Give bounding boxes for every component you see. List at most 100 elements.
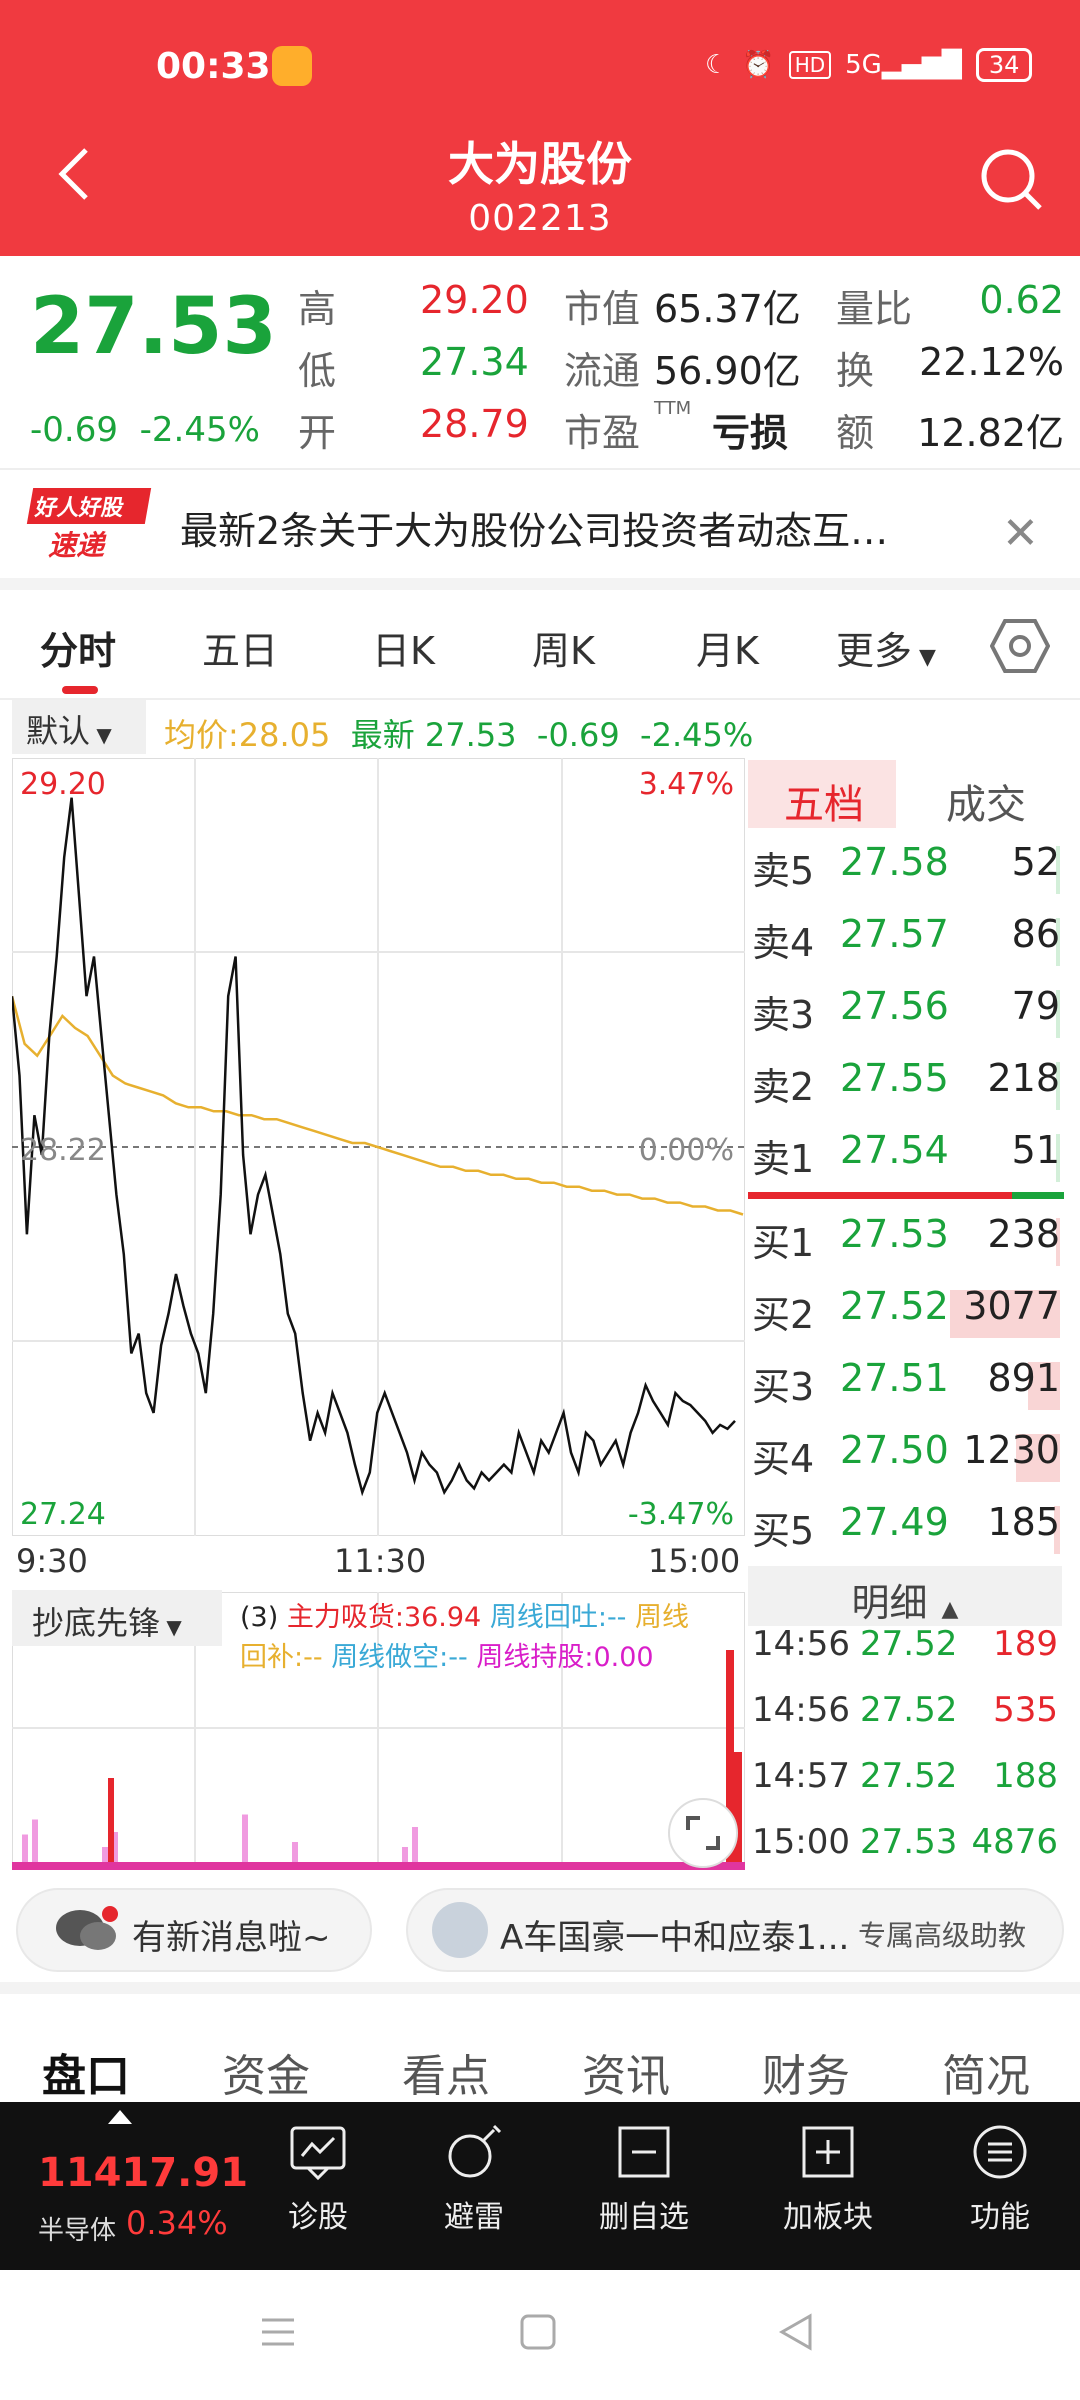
indicator-bar <box>32 1819 38 1862</box>
ask-row[interactable]: 卖5 27.58 52 <box>750 840 1060 912</box>
y-label-mid: 28.22 <box>20 1133 106 1168</box>
menu-nav-icon[interactable] <box>258 2312 298 2352</box>
indicator-bar <box>22 1834 28 1862</box>
diagnose-button[interactable]: 诊股 <box>258 2122 378 2236</box>
trade-price: 27.52 <box>860 1756 958 1796</box>
bid-vol: 3077 <box>963 1284 1060 1328</box>
ask-price: 27.54 <box>840 1128 949 1172</box>
tab-monthly-k[interactable]: 月K <box>696 620 759 675</box>
intraday-chart[interactable]: 29.20 28.22 27.24 3.47% 0.00% -3.47% <box>12 758 745 1536</box>
tab-five-levels[interactable]: 五档 <box>784 772 864 830</box>
current-price: 27.53 <box>30 282 277 372</box>
latest-price: 最新 27.53 <box>350 716 517 754</box>
stock-code: 002213 <box>468 198 612 239</box>
advisor-bubble[interactable]: A车国豪一中和应泰1... 专属高级助教 <box>406 1888 1064 1972</box>
remove-watchlist-label: 删自选 <box>599 2200 689 2235</box>
ask-row[interactable]: 卖2 27.55 218 <box>750 1056 1060 1128</box>
back-nav-icon[interactable] <box>776 2312 816 2352</box>
ask-label: 卖1 <box>752 1137 815 1181</box>
ask-row[interactable]: 卖4 27.57 86 <box>750 912 1060 984</box>
tab-daily-k[interactable]: 日K <box>372 620 435 675</box>
bid-row[interactable]: 买5 27.49 185 <box>750 1500 1060 1572</box>
notification-app-icon <box>272 46 312 86</box>
bid-vol: 1230 <box>963 1428 1060 1472</box>
bid-row[interactable]: 买1 27.53 238 <box>750 1212 1060 1284</box>
function-menu-button[interactable]: 功能 <box>940 2122 1060 2236</box>
diagnose-label: 诊股 <box>288 2200 348 2235</box>
trade-volume: 4876 <box>971 1822 1058 1862</box>
x-label-close: 15:00 <box>648 1542 741 1580</box>
divider <box>0 468 1080 470</box>
tab-more[interactable]: 更多 ▼ <box>836 620 936 675</box>
section-divider <box>0 578 1080 590</box>
mcap-value: 65.37亿 <box>654 287 801 331</box>
add-sector-label: 加板块 <box>783 2200 873 2235</box>
bid-row[interactable]: 买4 27.50 1230 <box>750 1428 1060 1500</box>
ask-row[interactable]: 卖3 27.56 79 <box>750 984 1060 1056</box>
bid-price: 27.51 <box>840 1356 949 1400</box>
ask-price: 27.55 <box>840 1056 949 1100</box>
avoid-risk-button[interactable]: 避雷 <box>414 2122 534 2236</box>
settings-hex-icon[interactable] <box>990 616 1050 676</box>
tab-handicap[interactable]: 盘口 <box>42 2040 130 2104</box>
tab-funds[interactable]: 资金 <box>222 2040 310 2104</box>
trade-time: 14:56 <box>752 1624 850 1664</box>
buy-pressure-bar <box>1012 1192 1064 1199</box>
expand-chart-button[interactable] <box>668 1798 738 1868</box>
tab-five-day[interactable]: 五日 <box>202 620 278 675</box>
amount-value: 12.82亿 <box>917 411 1064 455</box>
tab-highlights[interactable]: 看点 <box>402 2040 490 2104</box>
chart-mode-dropdown[interactable]: 默认 ▼ <box>12 700 146 754</box>
new-message-bubble[interactable]: 有新消息啦~ <box>16 1888 372 1972</box>
bid-row[interactable]: 买2 27.52 3077 <box>750 1284 1060 1356</box>
system-nav-bar <box>0 2270 1080 2400</box>
chevron-down-icon: ▼ <box>90 723 112 747</box>
high-value: 29.20 <box>420 278 529 322</box>
tab-trades[interactable]: 成交 <box>946 772 1026 830</box>
battery-icon: 34 <box>975 48 1033 82</box>
bomb-icon <box>448 2124 502 2178</box>
close-icon[interactable]: ✕ <box>1002 508 1039 559</box>
home-nav-icon[interactable] <box>518 2312 558 2352</box>
notice-badge: 好人好股 速递 <box>26 488 152 564</box>
minus-box-icon <box>618 2126 670 2178</box>
detail-header[interactable]: 明细 ▲ <box>748 1566 1062 1626</box>
avg-price: 均价:28.05 <box>164 716 331 754</box>
bid-row[interactable]: 买3 27.51 891 <box>750 1356 1060 1428</box>
chart-legend: 均价:28.05 最新 27.53 -0.69 -2.45% <box>164 710 753 756</box>
bid-vol: 185 <box>987 1500 1060 1544</box>
add-sector-button[interactable]: 加板块 <box>768 2122 888 2236</box>
notice-text[interactable]: 最新2条关于大为股份公司投资者动态互… <box>180 500 888 555</box>
sector-index-value[interactable]: 11417.91 <box>38 2150 248 2196</box>
tab-finance[interactable]: 财务 <box>762 2040 850 2104</box>
ask-row[interactable]: 卖1 27.54 51 <box>750 1128 1060 1200</box>
bid-label: 买1 <box>752 1221 815 1265</box>
high-label: 高 <box>298 287 337 331</box>
tab-news[interactable]: 资讯 <box>582 2040 670 2104</box>
tab-overview[interactable]: 简况 <box>942 2040 1030 2104</box>
indicator-weekly: 周线 <box>635 1602 690 1633</box>
open-value: 28.79 <box>420 402 529 446</box>
chat-icon <box>56 1906 118 1950</box>
tab-weekly-k[interactable]: 周K <box>532 620 595 675</box>
plus-box-icon <box>802 2126 854 2178</box>
indicator-name: 抄底先锋 <box>32 1604 161 1642</box>
ask-vol: 79 <box>1011 984 1060 1028</box>
indicator-values: (3) 主力吸货:36.94 周线回吐:-- 周线 回补:-- 周线做空:-- … <box>240 1598 720 1678</box>
chevron-up-icon[interactable] <box>108 2110 132 2124</box>
signal-icon: 5G▂▄▆█ <box>845 50 962 80</box>
remove-watchlist-button[interactable]: 删自选 <box>584 2122 704 2236</box>
tab-intraday[interactable]: 分时 <box>40 620 116 675</box>
trade-time: 15:00 <box>752 1822 850 1862</box>
y-pct-top: 3.47% <box>639 767 734 802</box>
pe-ttm: TTM <box>654 398 692 419</box>
chevron-down-icon: ▼ <box>912 645 936 670</box>
search-icon[interactable] <box>978 146 1044 212</box>
trade-price: 27.53 <box>860 1822 958 1862</box>
ask-vol: 51 <box>1011 1128 1060 1172</box>
trade-time: 14:56 <box>752 1690 850 1730</box>
bid-label: 买5 <box>752 1509 815 1553</box>
indicator-dropdown[interactable]: 抄底先锋 ▼ <box>12 1590 222 1646</box>
expand-icon <box>686 1816 720 1850</box>
function-label: 功能 <box>970 2200 1030 2235</box>
